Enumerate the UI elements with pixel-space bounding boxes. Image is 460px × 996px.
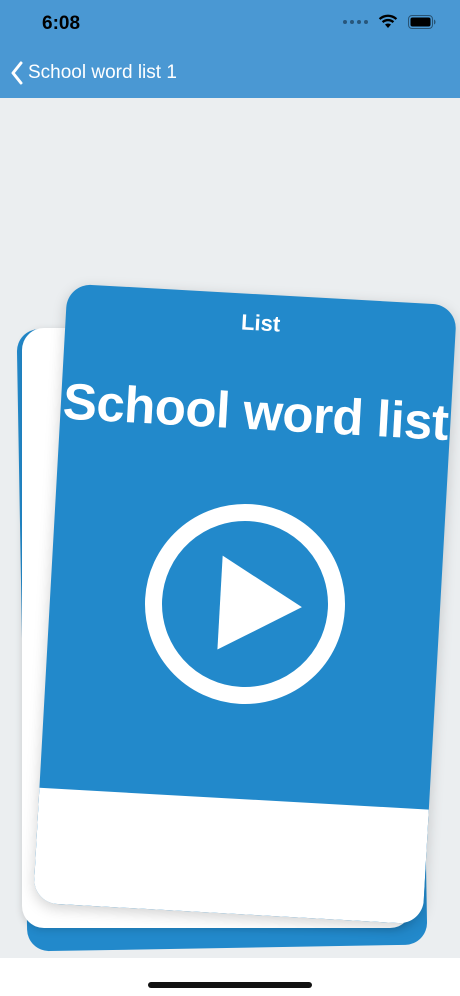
home-indicator[interactable] (148, 982, 312, 988)
chevron-left-icon (11, 61, 23, 85)
play-button[interactable] (139, 498, 351, 710)
status-icons (343, 14, 436, 29)
play-icon (217, 555, 305, 655)
status-time: 6:08 (42, 13, 81, 34)
cellular-signal-icon (343, 19, 368, 24)
back-label: School word list 1 (28, 62, 177, 83)
card-title: School word list (61, 372, 450, 452)
navigation-bar: School word list 1 (0, 48, 460, 98)
back-button[interactable]: School word list 1 (10, 58, 177, 88)
status-bar: 6:08 (0, 0, 460, 48)
wifi-icon (378, 14, 398, 28)
list-card[interactable]: List School word list (32, 283, 458, 925)
home-bar-area (0, 958, 460, 996)
card-stack-area: List School word list (0, 98, 460, 958)
card-footer (32, 787, 429, 925)
battery-icon (408, 14, 436, 29)
card-kind-label: List (240, 309, 281, 337)
